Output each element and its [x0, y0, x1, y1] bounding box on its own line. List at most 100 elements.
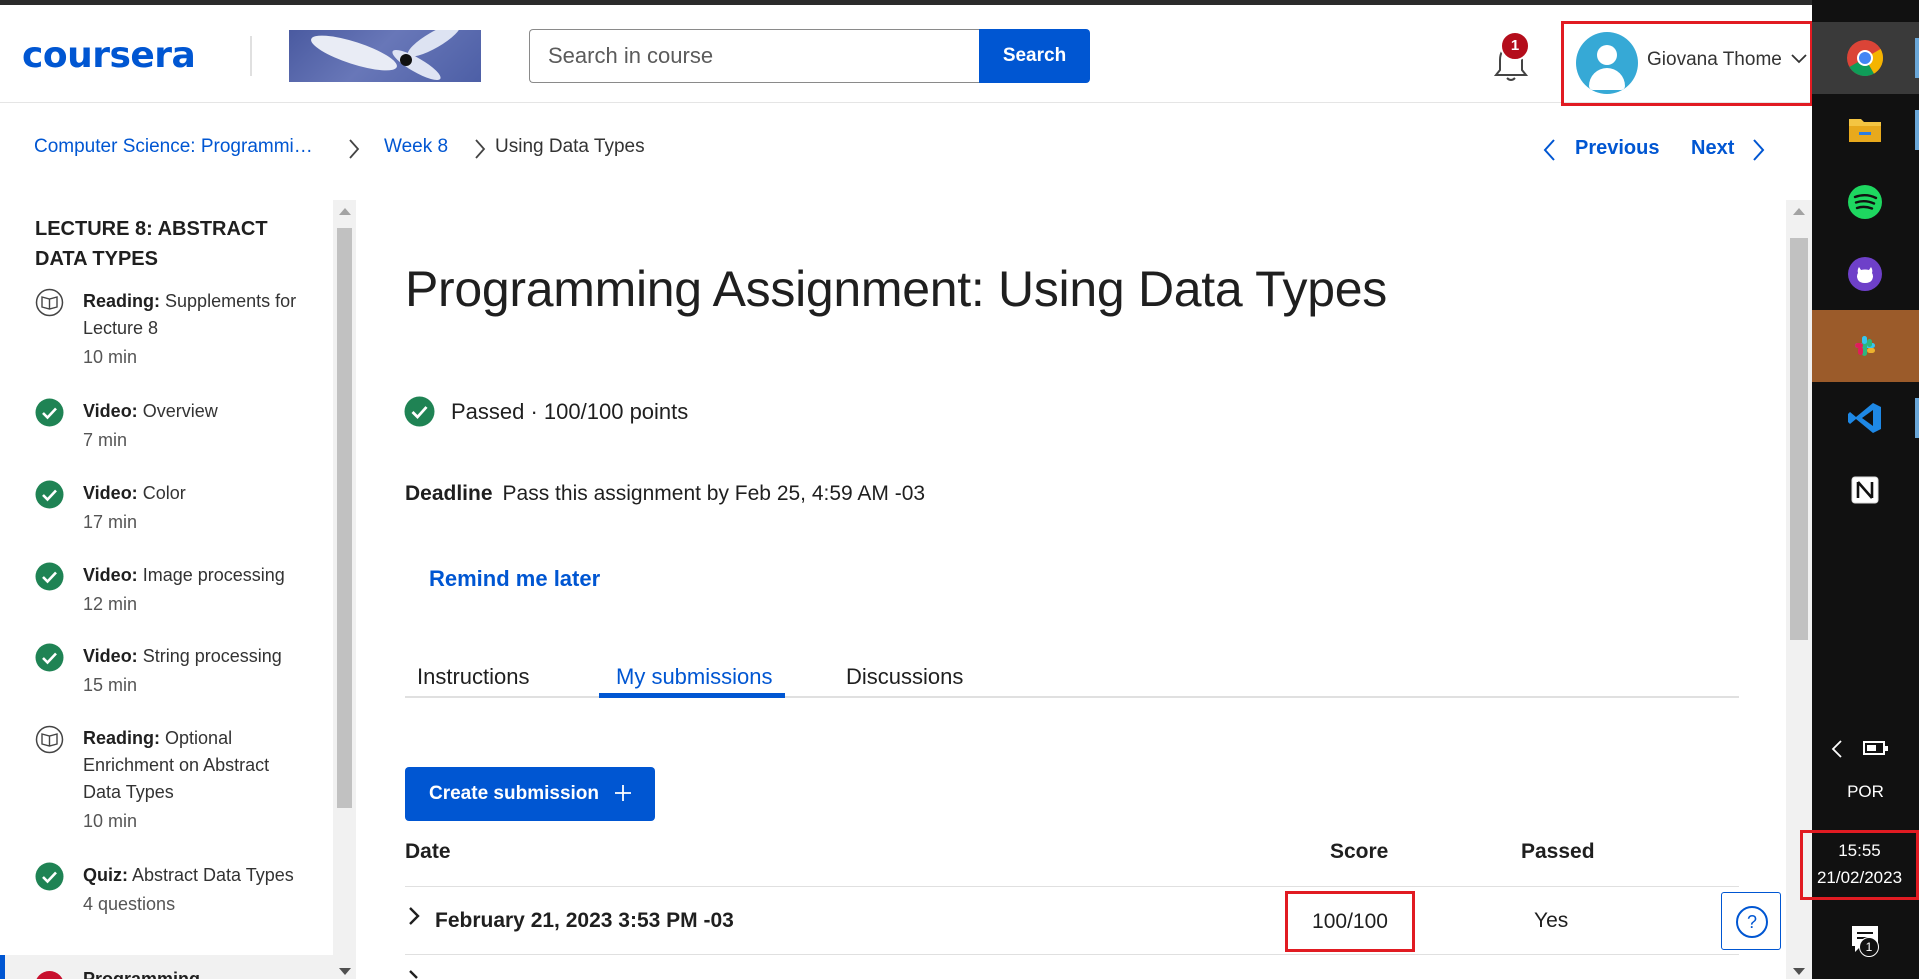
taskbar-app-spotify[interactable]: [1812, 166, 1919, 238]
taskbar-open-indicator: [1915, 110, 1919, 150]
user-menu[interactable]: Giovana Thome: [1561, 21, 1813, 106]
search-button[interactable]: Search: [979, 29, 1090, 83]
sidebar-item-type: Quiz:: [83, 865, 128, 885]
check-circle-icon: [404, 396, 435, 427]
submission-passed: Yes: [1534, 909, 1569, 932]
book-icon: [35, 725, 64, 754]
taskbar-app-notion[interactable]: [1812, 454, 1919, 526]
check-circle-icon: [35, 480, 64, 509]
score-highlight: 100/100: [1285, 891, 1415, 952]
breadcrumb-week-link[interactable]: Week 8: [384, 136, 448, 158]
battery-icon[interactable]: [1863, 741, 1888, 755]
taskbar-app-slack[interactable]: [1812, 310, 1919, 382]
search-input[interactable]: [529, 29, 980, 83]
clock-date: 21/02/2023: [1816, 868, 1903, 887]
main-content: Programming Assignment: Using Data Types…: [356, 200, 1786, 979]
create-submission-label: Create submission: [429, 783, 599, 804]
book-icon: [35, 288, 64, 317]
coursera-logo[interactable]: coursera: [22, 35, 196, 76]
current-item-indicator: [0, 955, 5, 979]
sidebar-item-type: Video:: [83, 401, 138, 421]
file-explorer-icon: [1849, 119, 1881, 142]
slack-icon: [1855, 336, 1875, 356]
chevron-right-icon: [349, 139, 360, 159]
chevron-down-icon: [1791, 54, 1807, 64]
course-sidebar: Lecture 8: Abstract Data Types Reading: …: [0, 200, 333, 979]
tab-instructions[interactable]: Instructions: [417, 630, 530, 698]
clock-time: 15:55: [1838, 841, 1881, 860]
vscode-icon: [1848, 403, 1881, 433]
submissions-table-header: Date Score Passed: [405, 840, 1739, 887]
check-circle-icon: [35, 562, 64, 591]
column-header-passed: Passed: [1521, 840, 1595, 863]
breadcrumb-course-link[interactable]: Computer Science: Programmi…: [34, 136, 313, 158]
create-submission-button[interactable]: Create submission: [405, 767, 655, 821]
sidebar-item-meta: 17 min: [83, 512, 138, 532]
sidebar-item-title: String processing: [142, 646, 282, 666]
deadline-row: Deadline Pass this assignment by Feb 25, …: [405, 482, 925, 506]
avatar: [1576, 32, 1638, 94]
sidebar-item-meta: 10 min: [83, 347, 138, 367]
previous-button[interactable]: Previous: [1575, 137, 1659, 160]
remind-me-later-link[interactable]: Remind me later: [429, 566, 600, 592]
main-scrollbar-thumb[interactable]: [1790, 238, 1808, 640]
sidebar-item-title: Abstract Data Types: [132, 865, 294, 885]
sidebar-item-meta: 7 min: [83, 430, 128, 450]
sidebar-item-type: Video:: [83, 565, 138, 585]
sidebar-item-type: Reading:: [83, 291, 161, 311]
sidebar-scrollbar[interactable]: [333, 200, 356, 979]
table-row[interactable]: February 21, 2023 3:53 PM -03 100/100 Ye…: [405, 888, 1739, 955]
tab-my-submissions[interactable]: My submissions: [616, 630, 772, 698]
status-text: Passed · 100/100 points: [451, 399, 689, 424]
check-circle-icon: [35, 862, 64, 891]
expand-chevron-icon[interactable]: [407, 968, 421, 979]
sidebar-item-title: Overview: [142, 401, 218, 421]
assignment-status-icon: [35, 971, 64, 979]
help-button[interactable]: ?: [1721, 892, 1781, 950]
scroll-down-arrow-icon[interactable]: [1793, 968, 1805, 975]
top-header: coursera Search 1 Giovana Thome: [0, 5, 1813, 106]
language-indicator[interactable]: POR: [1812, 782, 1919, 802]
show-hidden-icons-chevron-icon[interactable]: [1830, 738, 1844, 760]
scroll-down-arrow-icon[interactable]: [339, 968, 351, 975]
chrome-icon: [1847, 40, 1883, 77]
plus-icon: [615, 785, 631, 801]
check-circle-icon: [35, 398, 64, 427]
github-icon: [1848, 257, 1882, 291]
sidebar-item-meta: 4 questions: [83, 894, 176, 914]
submission-score: 100/100: [1312, 910, 1388, 933]
taskbar-app-chrome[interactable]: [1812, 22, 1919, 94]
notion-icon: [1851, 476, 1879, 504]
chevron-right-icon[interactable]: [1752, 138, 1766, 162]
course-banner-image: [289, 30, 481, 82]
expand-chevron-icon[interactable]: [407, 905, 421, 927]
sidebar-item-type: Video:: [83, 646, 138, 666]
page-title: Programming Assignment: Using Data Types: [405, 261, 1387, 317]
sidebar-scrollbar-thumb[interactable]: [337, 228, 352, 808]
taskbar-active-indicator: [1915, 38, 1919, 78]
sidebar-item-meta: 12 min: [83, 594, 138, 614]
sidebar-item-type: Reading:: [83, 728, 161, 748]
deadline-label: Deadline: [405, 482, 493, 505]
sidebar-item-current[interactable]: Programming: [0, 955, 333, 979]
scroll-up-arrow-icon[interactable]: [339, 208, 351, 215]
action-center-count-badge: 1: [1859, 937, 1879, 957]
active-tab-indicator: [599, 693, 785, 698]
notification-count-badge: 1: [1500, 31, 1530, 61]
taskbar-app-vscode[interactable]: [1812, 382, 1919, 454]
taskbar-open-indicator: [1915, 398, 1919, 438]
taskbar-app-github[interactable]: [1812, 238, 1919, 310]
sidebar-item-title: Color: [142, 483, 186, 503]
chevron-left-icon[interactable]: [1542, 138, 1556, 162]
next-button[interactable]: Next: [1691, 137, 1734, 160]
help-icon: ?: [1736, 906, 1768, 938]
sidebar-item-meta: 10 min: [83, 811, 138, 831]
chevron-right-icon: [475, 139, 486, 159]
scroll-up-arrow-icon[interactable]: [1793, 208, 1805, 215]
spotify-icon: [1848, 185, 1882, 219]
submission-date: February 21, 2023 3:53 PM -03: [435, 909, 734, 932]
user-name: Giovana Thome: [1647, 49, 1782, 70]
taskbar-app-file-explorer[interactable]: [1812, 94, 1919, 166]
tab-discussions[interactable]: Discussions: [846, 630, 963, 698]
taskbar-clock[interactable]: 15:55 21/02/2023: [1800, 830, 1919, 900]
